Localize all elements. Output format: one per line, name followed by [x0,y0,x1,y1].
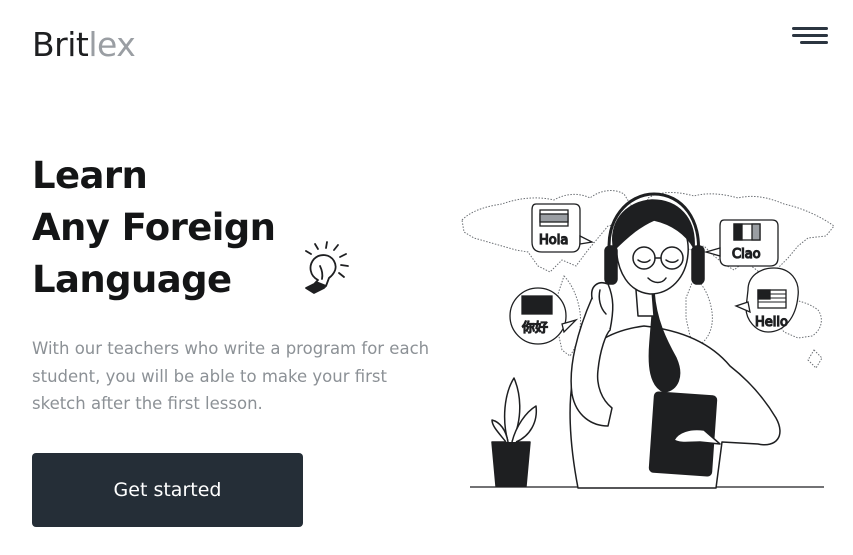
lightbulb-icon [305,241,349,294]
menu-line [792,27,828,30]
menu-line [792,34,828,37]
bubble-ciao-text: Ciao [732,247,761,262]
menu-line [800,41,828,44]
logo-text-dark: Brit [32,25,89,64]
bubble-hola: Hola [531,203,595,253]
brand-logo[interactable]: Britlex [32,25,136,65]
bubble-hello: Hello [734,267,799,333]
hero-title-line-2: Any Foreign [32,206,276,249]
hero-title: Learn Any Foreign Language [32,150,276,306]
hero-title-line-3: Language [32,258,232,301]
logo-text-light: lex [88,25,136,64]
language-learning-illustration: Hola Ciao 你好 Hello [461,190,835,489]
bubble-nihao: 你好 [509,287,579,345]
bubble-hola-text: Hola [539,233,568,248]
hero-description: With our teachers who write a program fo… [32,339,430,413]
hamburger-menu-icon[interactable] [790,24,828,48]
get-started-button[interactable]: Get started [32,453,303,527]
hero-title-line-1: Learn [32,154,148,197]
bubble-nihao-text: 你好 [522,321,548,336]
bubble-hello-text: Hello [755,315,788,330]
bubble-ciao: Ciao [703,219,779,267]
potted-plant [491,377,538,487]
